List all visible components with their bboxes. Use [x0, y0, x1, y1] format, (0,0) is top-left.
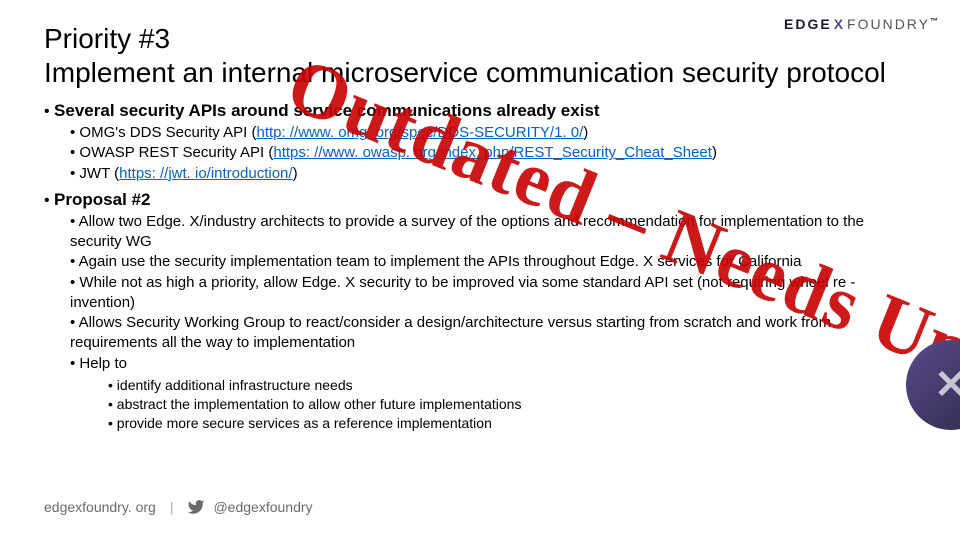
footer-handle: @edgexfoundry [213, 499, 312, 515]
list-item: Allow two Edge. X/industry architects to… [70, 212, 916, 253]
text: Help to [79, 355, 127, 372]
brand-tm: ™ [930, 16, 940, 25]
link-owasp-rest[interactable]: https: //www. owasp. org/index. php/REST… [273, 144, 712, 161]
footer-divider: | [164, 499, 180, 515]
text: ) [583, 124, 588, 141]
link-jwt[interactable]: https: //jwt. io/introduction/ [119, 165, 292, 182]
twitter-icon [187, 498, 205, 516]
list-item: provide more secure services as a refere… [108, 414, 916, 433]
list-item: identify additional infrastructure needs [108, 376, 916, 395]
text: JWT ( [79, 165, 119, 182]
text: OWASP REST Security API ( [79, 144, 273, 161]
bullet-head: Proposal #2 [54, 190, 150, 209]
bullet-list: Several security APIs around service com… [44, 101, 916, 432]
brand-x: X [832, 16, 847, 32]
title-line-2: Implement an internal microservice commu… [44, 57, 886, 88]
list-item: OMG's DDS Security API (http: //www. omg… [70, 123, 916, 143]
bullet-proposal: Proposal #2 Allow two Edge. X/industry a… [44, 190, 916, 433]
footer-site: edgexfoundry. org [44, 499, 156, 515]
bullet-head: Several security APIs around service com… [54, 101, 600, 120]
brand-logo: EDGEXFOUNDRY™ [784, 16, 940, 32]
slide: EDGEXFOUNDRY™ Priority #3 Implement an i… [0, 0, 960, 540]
text: OMG's DDS Security API ( [79, 124, 256, 141]
title-line-1: Priority #3 [44, 23, 170, 54]
list-item: Help to identify additional infrastructu… [70, 354, 916, 433]
footer: edgexfoundry. org | @edgexfoundry [44, 498, 313, 516]
brand-foundry: FOUNDRY [847, 16, 930, 32]
list-item: Allows Security Working Group to react/c… [70, 313, 916, 354]
list-item: JWT (https: //jwt. io/introduction/) [70, 164, 916, 184]
brand-edge: EDGE [784, 16, 832, 32]
text: ) [712, 144, 717, 161]
page-title: Priority #3 Implement an internal micros… [44, 22, 914, 89]
list-item: abstract the implementation to allow oth… [108, 395, 916, 414]
link-omg-dds[interactable]: http: //www. omg. org/spec/DDS-SECURITY/… [257, 124, 584, 141]
bullet-existing-apis: Several security APIs around service com… [44, 101, 916, 184]
list-item: While not as high a priority, allow Edge… [70, 273, 916, 314]
list-item: OWASP REST Security API (https: //www. o… [70, 143, 916, 163]
list-item: Again use the security implementation te… [70, 252, 916, 272]
text: ) [293, 165, 298, 182]
